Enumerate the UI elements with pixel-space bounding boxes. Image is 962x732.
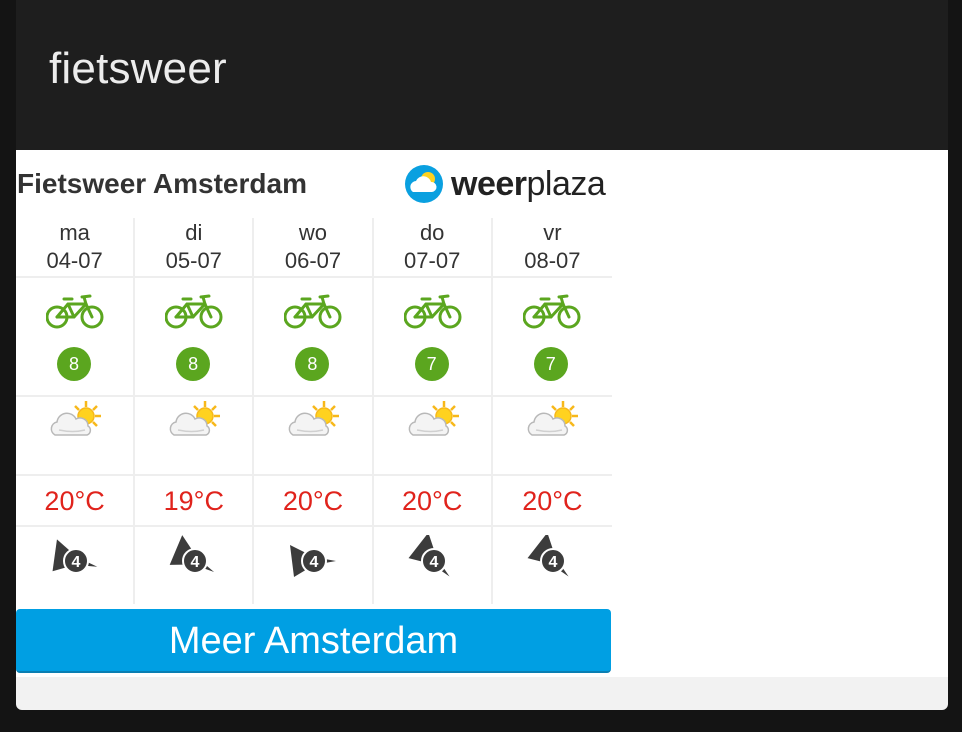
day-name: di xyxy=(185,220,203,245)
meer-amsterdam-button[interactable]: Meer Amsterdam xyxy=(16,609,611,673)
sun-cloud-icon xyxy=(407,399,461,446)
card-title: fietsweer xyxy=(49,44,227,93)
wind-cell: 4 xyxy=(16,527,133,604)
weather-cell xyxy=(135,397,253,476)
temperature: 20°C xyxy=(402,486,463,516)
sun-cloud-icon xyxy=(287,399,341,446)
card-header: fietsweer xyxy=(16,0,948,150)
temperature: 20°C xyxy=(44,486,105,516)
brand-light: plaza xyxy=(526,165,606,203)
bike-score-cell: 7 xyxy=(373,278,491,397)
sun-cloud-icon xyxy=(168,399,222,446)
bicycle-icon xyxy=(45,293,104,334)
day-column: do 07-07 7 20°C 4 xyxy=(373,218,493,604)
wind-direction-icon: 4 xyxy=(169,535,215,574)
wind-direction-icon: 4 xyxy=(408,535,450,577)
forecast-grid: ma 04-07 8 20°C 4 di 05-07 8 19°C 4 wo 0… xyxy=(16,218,612,604)
bicycle-icon xyxy=(403,293,462,334)
day-column: vr 08-07 7 20°C 4 xyxy=(492,218,612,604)
temperature-cell: 20°C xyxy=(16,476,134,527)
date-cell: ma 04-07 xyxy=(16,218,134,278)
widget-area: Fietsweer Amsterdam weerplaza ma 04-07 8… xyxy=(16,150,948,677)
temperature-cell: 20°C xyxy=(373,476,491,527)
weerplaza-wordmark: weerplaza xyxy=(451,164,606,204)
wind-cell: 4 xyxy=(493,527,612,604)
weerplaza-logo-icon xyxy=(405,165,443,203)
date-cell: wo 06-07 xyxy=(254,218,372,278)
weather-cell xyxy=(16,397,134,476)
bicycle-icon xyxy=(283,293,342,334)
bike-score-badge: 7 xyxy=(533,347,568,381)
wind-force-label: 4 xyxy=(72,554,81,571)
day-column: wo 06-07 8 20°C 4 xyxy=(254,218,374,604)
date-cell: vr 08-07 xyxy=(492,218,612,278)
wind-force-label: 4 xyxy=(310,554,319,571)
bike-score-cell: 8 xyxy=(254,278,372,397)
sun-cloud-icon xyxy=(49,399,103,446)
day-date: 08-07 xyxy=(524,248,581,273)
wind-direction-icon: 4 xyxy=(527,535,569,577)
day-name: vr xyxy=(543,220,562,245)
wind-force-label: 4 xyxy=(548,554,557,571)
bike-score-badge: 8 xyxy=(57,347,91,381)
date-cell: di 05-07 xyxy=(135,218,253,278)
temperature: 19°C xyxy=(163,486,224,516)
day-column: di 05-07 8 19°C 4 xyxy=(135,218,255,604)
day-date: 05-07 xyxy=(165,248,222,273)
temperature-cell: 20°C xyxy=(254,476,372,527)
fietsweer-card: fietsweer Fietsweer Amsterdam weerplaza … xyxy=(16,0,948,710)
sun-cloud-icon xyxy=(526,399,580,446)
day-date: 04-07 xyxy=(46,248,103,273)
day-column: ma 04-07 8 20°C 4 xyxy=(16,218,136,604)
weather-cell xyxy=(492,397,612,476)
bike-score-badge: 8 xyxy=(176,347,211,381)
bicycle-icon xyxy=(522,293,581,334)
temperature: 20°C xyxy=(282,486,344,516)
temperature-cell: 19°C xyxy=(135,476,253,527)
bike-score-cell: 7 xyxy=(492,278,612,397)
bike-score-badge: 8 xyxy=(295,347,330,381)
weather-cell xyxy=(254,397,372,476)
day-name: do xyxy=(419,220,445,245)
wind-cell: 4 xyxy=(254,527,371,604)
wind-force-label: 4 xyxy=(429,554,438,571)
day-date: 07-07 xyxy=(404,248,461,273)
bike-score-cell: 8 xyxy=(16,278,134,397)
wind-cell: 4 xyxy=(135,527,252,604)
wind-cell: 4 xyxy=(374,527,491,604)
wind-force-label: 4 xyxy=(191,554,200,571)
wind-direction-icon: 4 xyxy=(290,545,337,577)
wind-direction-icon: 4 xyxy=(52,539,98,574)
temperature: 20°C xyxy=(522,486,583,516)
day-name: ma xyxy=(59,220,90,245)
weather-cell xyxy=(373,397,491,476)
day-date: 06-07 xyxy=(284,248,342,273)
date-cell: do 07-07 xyxy=(373,218,491,278)
widget-title: Fietsweer Amsterdam xyxy=(17,168,307,199)
bicycle-icon xyxy=(164,293,223,334)
day-name: wo xyxy=(298,220,328,245)
bike-score-cell: 8 xyxy=(135,278,253,397)
brand-bold: weer xyxy=(451,165,527,203)
bike-score-badge: 7 xyxy=(414,347,449,381)
temperature-cell: 20°C xyxy=(492,476,612,527)
